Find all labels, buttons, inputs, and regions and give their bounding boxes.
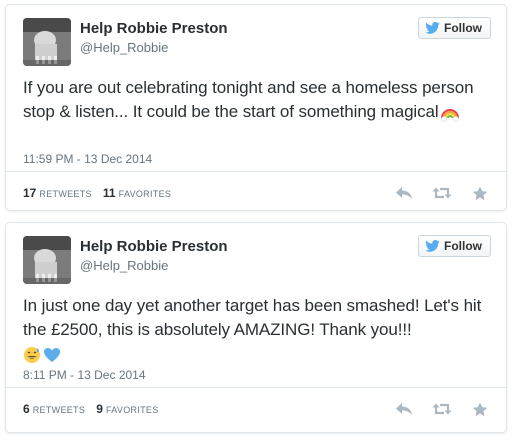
tweet-timestamp[interactable]: 11:59 PM - 13 Dec 2014 [23, 152, 152, 166]
avatar[interactable] [23, 18, 71, 66]
emoji-group [23, 343, 61, 367]
retweets-count[interactable]: 6 [23, 402, 30, 416]
user-handle[interactable]: @Help_Robbie [80, 40, 168, 55]
user-name[interactable]: Help Robbie Preston [80, 238, 228, 255]
tweet-body: If you are out celebrating tonight and s… [23, 78, 474, 121]
favorite-star-icon[interactable] [470, 401, 490, 417]
favorites-count[interactable]: 11 [103, 186, 116, 200]
retweets-label[interactable]: Retweets [39, 189, 91, 199]
retweets-label[interactable]: Retweets [33, 405, 85, 415]
favorites-label[interactable]: Favorites [119, 189, 172, 199]
tweet-text: If you are out celebrating tonight and s… [23, 76, 495, 125]
twitter-bird-icon [425, 22, 440, 34]
divider [6, 387, 506, 388]
divider [6, 171, 506, 172]
tweet-stats: 6 Retweets 9 Favorites [23, 402, 167, 416]
avatar[interactable] [23, 236, 71, 284]
tweet-actions [394, 185, 490, 201]
tweet-text: In just one day yet another target has b… [23, 294, 495, 367]
tweet-card: Help Robbie Preston @Help_Robbie Follow … [5, 4, 507, 211]
follow-label: Follow [444, 239, 482, 253]
tweet-timestamp[interactable]: 8:11 PM - 13 Dec 2014 [23, 368, 146, 382]
retweets-count[interactable]: 17 [23, 186, 36, 200]
reply-icon[interactable] [394, 185, 414, 201]
smiling-sweat-emoji [23, 343, 41, 367]
follow-button[interactable]: Follow [418, 235, 491, 257]
favorites-count[interactable]: 9 [96, 402, 103, 416]
retweet-icon[interactable] [432, 401, 452, 417]
reply-icon[interactable] [394, 401, 414, 417]
emoji-group [440, 101, 459, 125]
user-name[interactable]: Help Robbie Preston [80, 20, 228, 37]
follow-label: Follow [444, 21, 482, 35]
favorites-label[interactable]: Favorites [106, 405, 159, 415]
tweet-body: In just one day yet another target has b… [23, 296, 482, 339]
user-handle[interactable]: @Help_Robbie [80, 258, 168, 273]
twitter-bird-icon [425, 240, 440, 252]
blue-heart-emoji [43, 343, 61, 367]
tweet-feed: Help Robbie Preston @Help_Robbie Follow … [0, 0, 515, 440]
retweet-icon[interactable] [432, 185, 452, 201]
rainbow-emoji [440, 101, 459, 125]
tweet-stats: 17 Retweets 11 Favorites [23, 186, 179, 200]
tweet-card: Help Robbie Preston @Help_Robbie Follow … [5, 222, 507, 433]
tweet-actions [394, 401, 490, 417]
favorite-star-icon[interactable] [470, 185, 490, 201]
follow-button[interactable]: Follow [418, 17, 491, 39]
